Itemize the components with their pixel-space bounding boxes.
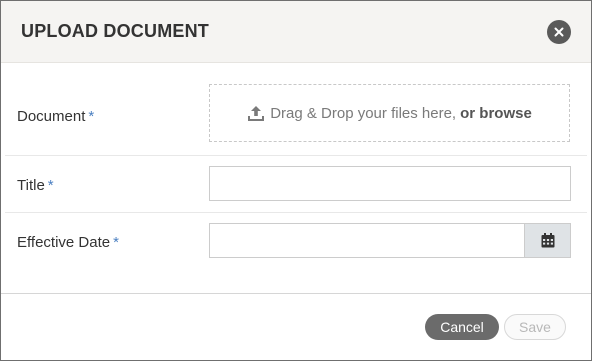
close-icon — [554, 27, 564, 36]
save-button[interactable]: Save — [504, 314, 566, 340]
document-label: Document * — [17, 108, 94, 125]
required-marker: * — [88, 108, 95, 125]
dropzone-text: Drag & Drop your files here, — [270, 104, 457, 122]
calendar-icon — [541, 233, 554, 248]
upload-document-dialog: UPLOAD DOCUMENT Document * Drag & Drop yo… — [0, 0, 592, 361]
cancel-button[interactable]: Cancel — [425, 314, 499, 340]
title-label: Title * — [17, 177, 54, 194]
dialog-title: UPLOAD DOCUMENT — [21, 21, 209, 41]
file-dropzone[interactable]: Drag & Drop your files here, or browse — [209, 84, 570, 142]
close-button[interactable] — [547, 19, 571, 44]
title-input[interactable] — [209, 166, 571, 201]
title-label-text: Title — [17, 177, 45, 194]
effective-date-label-text: Effective Date — [17, 234, 111, 251]
effective-date-input[interactable] — [209, 223, 525, 258]
dialog-header: UPLOAD DOCUMENT — [1, 1, 591, 63]
calendar-button[interactable] — [524, 223, 571, 258]
upload-icon — [247, 105, 265, 122]
effective-date-label: Effective Date * — [17, 234, 119, 251]
document-label-text: Document — [17, 108, 86, 125]
required-marker: * — [113, 234, 119, 251]
footer-divider — [1, 293, 591, 294]
browse-link[interactable]: or browse — [460, 105, 532, 122]
required-marker: * — [47, 177, 54, 194]
